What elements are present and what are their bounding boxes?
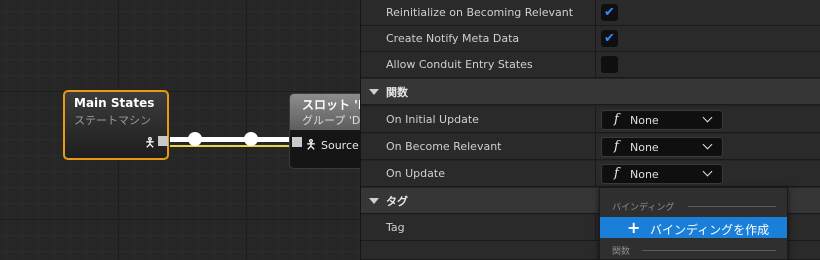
column-divider[interactable] (595, 134, 596, 159)
menu-item-label: バインディングを作成 (650, 223, 770, 237)
property-label: On Become Relevant (386, 140, 502, 153)
node-subtitle: ステートマシン (74, 114, 151, 127)
graph-canvas[interactable]: Main States ステートマシン 🯅 スロット 'D グループ 'D 🯅 … (0, 0, 360, 260)
property-row: Create Notify Meta Data ✔ (361, 26, 820, 52)
reroute-knot[interactable] (244, 132, 258, 146)
pose-wire (170, 145, 292, 147)
on-update-combo[interactable]: f None (601, 164, 723, 184)
source-pin-label: Source (321, 139, 359, 152)
menu-separator (642, 250, 776, 251)
node-subtitle: グループ 'D (302, 114, 360, 127)
chevron-down-icon (702, 139, 713, 150)
column-divider[interactable] (595, 26, 596, 51)
checkmark-icon: ✔ (604, 5, 615, 20)
collapse-arrow-icon (369, 89, 379, 95)
create-notify-checkbox[interactable]: ✔ (601, 30, 618, 47)
output-pin[interactable] (158, 136, 168, 146)
property-row: Reinitialize on Becoming Relevant ✔ (361, 0, 820, 26)
chevron-down-icon (702, 166, 713, 177)
main-states-node[interactable]: Main States ステートマシン 🯅 (63, 90, 169, 160)
input-pin[interactable] (292, 137, 302, 147)
plus-icon: + (627, 218, 641, 237)
reinitialize-checkbox[interactable]: ✔ (601, 4, 618, 21)
property-row: On Initial Update f None (361, 107, 820, 133)
pose-output-pin-icon[interactable]: 🯅 (143, 136, 157, 152)
slot-node[interactable]: スロット 'D グループ 'D 🯅 Source (289, 93, 360, 169)
property-label: On Update (386, 167, 445, 180)
column-divider[interactable] (595, 0, 596, 25)
create-binding-menu-item[interactable]: + バインディングを作成 (600, 217, 787, 238)
reroute-knot[interactable] (188, 132, 202, 146)
allow-conduit-checkbox[interactable] (601, 56, 618, 73)
property-row: On Update f None (361, 161, 820, 187)
column-divider[interactable] (595, 215, 596, 240)
property-row: Allow Conduit Entry States (361, 52, 820, 78)
function-icon: f (614, 166, 619, 181)
menu-section-functions: 関数 (612, 247, 631, 257)
property-label: Create Notify Meta Data (386, 32, 520, 45)
category-label: 関数 (386, 86, 408, 99)
chevron-down-icon (702, 112, 713, 123)
combo-value: None (630, 114, 659, 127)
binding-dropdown-menu: バインディング + バインディングを作成 関数 (599, 187, 788, 260)
menu-separator (688, 206, 776, 207)
combo-value: None (630, 168, 659, 181)
property-label: On Initial Update (386, 113, 479, 126)
property-row: On Become Relevant f None (361, 134, 820, 160)
combo-value: None (630, 141, 659, 154)
category-functions[interactable]: 関数 (361, 79, 820, 105)
on-initial-update-combo[interactable]: f None (601, 110, 723, 130)
column-divider[interactable] (595, 107, 596, 132)
property-label: Allow Conduit Entry States (386, 58, 533, 71)
property-label: Tag (386, 221, 405, 234)
pose-input-pin-icon[interactable]: 🯅 (304, 138, 318, 154)
function-icon: f (614, 112, 619, 127)
node-title: スロット 'D (302, 98, 360, 112)
checkmark-icon: ✔ (604, 31, 615, 46)
node-title: Main States (74, 96, 155, 110)
column-divider[interactable] (595, 161, 596, 186)
menu-section-binding: バインディング (612, 203, 675, 213)
property-label: Reinitialize on Becoming Relevant (386, 6, 574, 19)
category-label: タグ (386, 195, 408, 208)
on-become-relevant-combo[interactable]: f None (601, 137, 723, 157)
function-icon: f (614, 139, 619, 154)
column-divider[interactable] (595, 52, 596, 77)
collapse-arrow-icon (369, 198, 379, 204)
